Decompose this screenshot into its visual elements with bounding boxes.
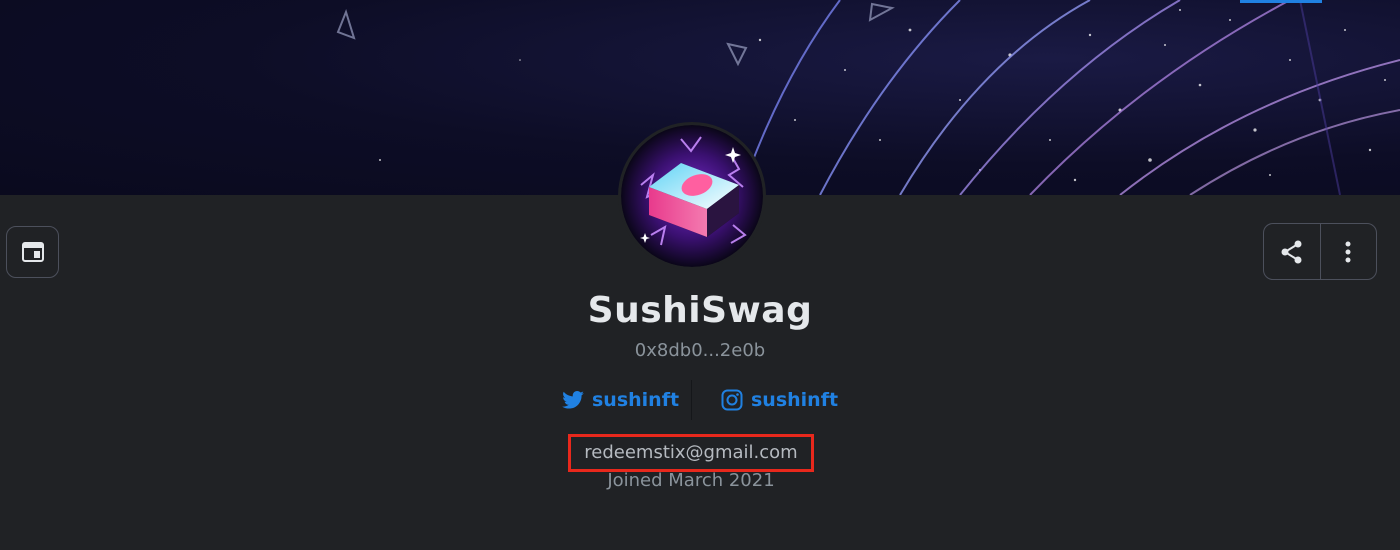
layout-toggle-icon bbox=[21, 242, 44, 262]
instagram-icon bbox=[721, 389, 743, 411]
more-options-button[interactable] bbox=[1319, 224, 1377, 279]
avatar bbox=[618, 122, 766, 270]
profile-actions bbox=[1263, 223, 1377, 280]
instagram-handle: sushinft bbox=[751, 389, 839, 411]
wallet-address[interactable]: 0x8db0...2e0b bbox=[0, 340, 1400, 361]
twitter-icon bbox=[562, 391, 584, 409]
joined-date: Joined March 2021 bbox=[607, 470, 775, 491]
active-tab-indicator bbox=[1240, 0, 1322, 3]
sushi-avatar-image bbox=[621, 125, 763, 267]
twitter-handle: sushinft bbox=[592, 389, 680, 411]
profile-email: redeemstix@gmail.com bbox=[584, 442, 798, 463]
share-icon bbox=[1281, 240, 1302, 263]
instagram-link[interactable]: sushinft bbox=[721, 388, 838, 412]
share-button[interactable] bbox=[1264, 224, 1320, 279]
twitter-link[interactable]: sushinft bbox=[562, 388, 679, 412]
layout-toggle-button[interactable] bbox=[6, 226, 59, 278]
social-divider bbox=[691, 380, 692, 420]
more-vertical-icon bbox=[1345, 241, 1351, 262]
profile-username: SushiSwag bbox=[587, 290, 813, 331]
